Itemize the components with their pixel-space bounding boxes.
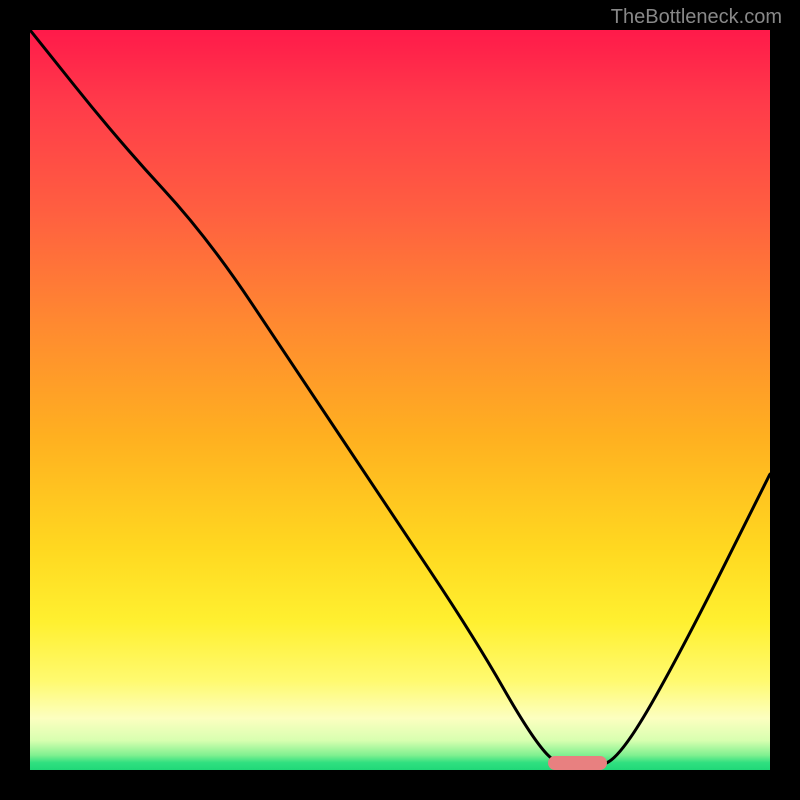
bottleneck-curve [30, 30, 770, 770]
chart-plot-area [30, 30, 770, 770]
optimal-range-marker [548, 756, 607, 770]
watermark-text: TheBottleneck.com [611, 6, 782, 29]
